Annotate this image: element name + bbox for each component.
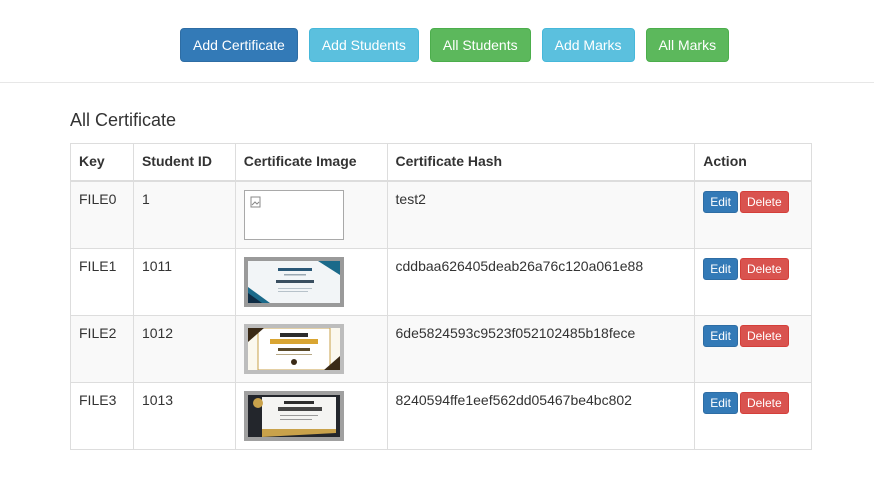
certificate-graphic: [247, 328, 340, 370]
add-marks-button[interactable]: Add Marks: [541, 28, 635, 62]
edit-button[interactable]: Edit: [703, 191, 738, 213]
cell-actions: Edit Delete: [694, 180, 812, 249]
edit-button[interactable]: Edit: [703, 258, 738, 280]
cell-student-id: 1012: [132, 315, 236, 383]
certificate-thumbnail[interactable]: [243, 324, 344, 374]
cell-key: FILE3: [70, 382, 134, 450]
all-students-button[interactable]: All Students: [429, 28, 531, 62]
cell-image: [234, 382, 388, 450]
edit-button[interactable]: Edit: [703, 392, 738, 414]
cell-student-id: 1013: [132, 382, 236, 450]
nav-button-group: Add Certificate Add Students All Student…: [180, 28, 740, 62]
cell-hash: 6de5824593c9523f052102485b18fece: [386, 315, 696, 383]
header-certificate-image: Certificate Image: [234, 143, 388, 182]
delete-button[interactable]: Delete: [739, 325, 789, 347]
delete-button[interactable]: Delete: [739, 191, 789, 213]
broken-image-glyph: [250, 196, 261, 208]
cell-actions: Edit Delete: [694, 248, 812, 316]
cell-key: FILE1: [70, 248, 134, 316]
delete-button[interactable]: Delete: [739, 392, 789, 414]
certificates-table: Key Student ID Certificate Image Certifi…: [70, 143, 812, 450]
cell-key: FILE0: [70, 180, 134, 249]
cell-student-id: 1011: [132, 248, 236, 316]
edit-button[interactable]: Edit: [703, 325, 738, 347]
top-nav-bar: Add Certificate Add Students All Student…: [0, 0, 874, 83]
cell-image: [234, 180, 388, 249]
header-action: Action: [694, 143, 812, 182]
cell-hash: cddbaa626405deab26a76c120a061e88: [386, 248, 696, 316]
cell-key: FILE2: [70, 315, 134, 383]
header-student-id: Student ID: [132, 143, 236, 182]
delete-button[interactable]: Delete: [739, 258, 789, 280]
broken-image-icon: [243, 190, 344, 240]
cell-student-id: 1: [132, 180, 236, 249]
add-students-button[interactable]: Add Students: [308, 28, 419, 62]
cell-image: [234, 315, 388, 383]
cell-actions: Edit Delete: [694, 315, 812, 383]
certificate-graphic: [247, 261, 340, 303]
table-row: FILE3 1013 8240594ffe1eef562dd05467be4bc…: [70, 382, 812, 450]
certificate-thumbnail[interactable]: [243, 391, 344, 441]
certificate-graphic: [247, 395, 340, 437]
table-header-row: Key Student ID Certificate Image Certifi…: [70, 143, 812, 182]
table-row: FILE0 1 test2 Edit Delete: [70, 180, 812, 249]
cell-image: [234, 248, 388, 316]
header-key: Key: [70, 143, 134, 182]
certificate-thumbnail[interactable]: [243, 257, 344, 307]
table-row: FILE2 1012 6de5824593c9523f052102485b18f…: [70, 315, 812, 383]
add-certificate-button[interactable]: Add Certificate: [180, 28, 298, 62]
page-title: All Certificate: [70, 110, 177, 130]
all-marks-button[interactable]: All Marks: [645, 28, 730, 62]
table-row: FILE1 1011 cddbaa626405deab26a76c120a061…: [70, 248, 812, 316]
header-certificate-hash: Certificate Hash: [386, 143, 696, 182]
cell-actions: Edit Delete: [694, 382, 812, 450]
cell-hash: test2: [386, 180, 696, 249]
cell-hash: 8240594ffe1eef562dd05467be4bc802: [386, 382, 696, 450]
